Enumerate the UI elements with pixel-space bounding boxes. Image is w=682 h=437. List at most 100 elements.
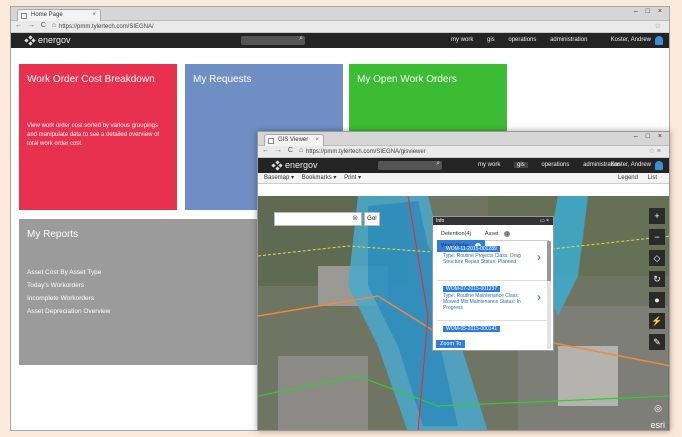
menu-my-work[interactable]: my work bbox=[451, 37, 473, 43]
work-order-card[interactable]: WOM-05-2015-000141 bbox=[437, 323, 549, 337]
panel-scrollbar[interactable] bbox=[547, 241, 551, 349]
logo-mark-icon bbox=[271, 159, 283, 171]
menu-administration[interactable]: administration bbox=[550, 37, 587, 43]
tab-title: GIS Viewer bbox=[278, 137, 309, 143]
menu-gis[interactable]: gis bbox=[487, 37, 495, 43]
clear-icon[interactable]: ⊗ bbox=[352, 214, 358, 222]
global-search-input[interactable]: ⌕ bbox=[378, 160, 442, 170]
energov-logo[interactable]: energov bbox=[271, 159, 318, 171]
tile-title: My Requests bbox=[193, 74, 252, 85]
info-panel: Info ▭ × Detention(4) Asset 1 Work Order… bbox=[432, 216, 554, 351]
window-controls[interactable]: – □ × bbox=[634, 133, 665, 140]
main-menu: my work gis operations administration bbox=[478, 158, 632, 173]
work-order-card[interactable]: WOM-07-2015-001237 Type: Routine Mainten… bbox=[437, 283, 549, 321]
lightning-icon[interactable]: ⚡ bbox=[649, 313, 665, 329]
zoom-to-button[interactable]: Zoom To bbox=[436, 340, 466, 348]
tile-title: My Open Work Orders bbox=[357, 74, 457, 85]
global-search-input[interactable]: ⌕ bbox=[241, 35, 305, 45]
star-menu-icon[interactable]: ☆ ≡ bbox=[649, 147, 661, 155]
map-tools: + − ◇ ↻ ● ⚡ ✎ bbox=[649, 208, 665, 355]
tile-title: Work Order Cost Breakdown bbox=[27, 74, 155, 85]
page-icon bbox=[268, 138, 274, 144]
esri-logo: esri bbox=[650, 420, 665, 430]
user-icon[interactable] bbox=[655, 161, 663, 170]
legend-button[interactable]: Legend bbox=[618, 175, 638, 181]
info-panel-title: Info bbox=[436, 218, 445, 224]
locate-icon[interactable]: ● bbox=[649, 292, 665, 308]
energov-logo[interactable]: energov bbox=[24, 34, 71, 46]
url-field[interactable]: https://pmm.tylertech.com/SIEGNA/ bbox=[59, 23, 199, 31]
work-order-id: WOM-07-2015-001237 bbox=[443, 286, 501, 292]
tab-label: Detention(4) bbox=[441, 231, 472, 237]
panel-controls[interactable]: ▭ × bbox=[540, 217, 549, 225]
page-icon bbox=[21, 13, 27, 19]
user-icon[interactable] bbox=[655, 36, 663, 45]
zoom-out-icon[interactable]: − bbox=[649, 229, 665, 245]
tile-title: My Reports bbox=[27, 229, 79, 240]
close-tab-icon[interactable]: × bbox=[92, 10, 96, 21]
tab-gis-viewer[interactable]: GIS Viewer × bbox=[264, 134, 324, 146]
list-button[interactable]: List bbox=[648, 175, 657, 181]
map-toolbar: Basemap ▾ Bookmarks ▾ Print ▾ Legend Lis… bbox=[258, 173, 669, 184]
user-name[interactable]: Koster, Andrew bbox=[611, 33, 651, 48]
logo-mark-icon bbox=[24, 34, 36, 46]
menu-operations[interactable]: operations bbox=[541, 162, 569, 168]
compass-icon[interactable]: ◎ bbox=[654, 403, 662, 414]
bookmarks-dropdown[interactable]: Bookmarks ▾ bbox=[302, 175, 337, 181]
menu-operations[interactable]: operations bbox=[508, 37, 536, 43]
refresh-icon[interactable]: ↻ bbox=[649, 271, 665, 287]
work-order-card[interactable]: WOM-11-2015-001289 Type: Routine Project… bbox=[437, 243, 549, 281]
report-link[interactable]: Asset Depreciation Overview bbox=[27, 305, 265, 318]
logo-text: energov bbox=[38, 35, 71, 45]
info-tabs: Detention(4) Asset 1 Work Order 3 bbox=[437, 228, 549, 252]
chevron-right-icon[interactable]: › bbox=[537, 251, 541, 263]
tile-work-order-cost[interactable]: Work Order Cost Breakdown View work orde… bbox=[19, 64, 177, 210]
tab-detention[interactable]: Detention(4) bbox=[437, 228, 477, 240]
search-icon[interactable]: ⌕ bbox=[299, 35, 303, 43]
work-order-details: Type: Routine Projects Class: Drag Struc… bbox=[443, 253, 521, 265]
map-search-input[interactable]: ⊗ bbox=[274, 212, 362, 226]
tab-label: Asset bbox=[484, 231, 499, 237]
url-field[interactable]: https://pmm.tylertech.com/SIEGNA/gisview… bbox=[306, 148, 506, 156]
tab-strip: GIS Viewer × – □ × bbox=[258, 132, 669, 146]
logo-text: energov bbox=[285, 160, 318, 170]
gis-viewer-window: GIS Viewer × – □ × ← → C ⌂ https://pmm.t… bbox=[257, 131, 670, 431]
menu-gis[interactable]: gis bbox=[514, 162, 528, 168]
report-link[interactable]: Asset Cost By Asset Type bbox=[27, 266, 265, 279]
work-order-details: Type: Routine Maintenance Class: Mowed M… bbox=[443, 293, 521, 311]
polygon-icon[interactable]: ◇ bbox=[649, 250, 665, 266]
tile-description: View work order cost sorted by various g… bbox=[27, 123, 160, 147]
window-controls[interactable]: – □ × bbox=[634, 8, 665, 15]
reports-list: Asset Cost By Asset Type Today's Workord… bbox=[19, 266, 265, 318]
nav-buttons[interactable]: ← → C ⌂ bbox=[262, 147, 305, 154]
tab-asset[interactable]: Asset 1 bbox=[481, 228, 514, 240]
nav-buttons[interactable]: ← → C ⌂ bbox=[15, 22, 58, 29]
address-bar: ← → C ⌂ https://pmm.tylertech.com/SIEGNA… bbox=[258, 146, 669, 158]
go-button[interactable]: Go! bbox=[364, 212, 380, 226]
app-header: energov ⌕ my work gis operations adminis… bbox=[258, 158, 669, 173]
chevron-right-icon[interactable]: › bbox=[537, 291, 541, 303]
edit-icon[interactable]: ✎ bbox=[649, 334, 665, 350]
info-panel-header: Info ▭ × bbox=[433, 217, 553, 225]
scroll-thumb[interactable] bbox=[547, 241, 551, 281]
star-icon[interactable]: ☆ bbox=[655, 22, 661, 30]
close-tab-icon[interactable]: × bbox=[315, 135, 319, 146]
zoom-in-icon[interactable]: + bbox=[649, 208, 665, 224]
tab-home-page[interactable]: Home Page × bbox=[17, 9, 101, 21]
basemap-dropdown[interactable]: Basemap ▾ bbox=[264, 175, 294, 181]
tab-strip: Home Page × – □ × bbox=[11, 7, 669, 21]
address-bar: ← → C ⌂ https://pmm.tylertech.com/SIEGNA… bbox=[11, 21, 669, 33]
main-menu: my work gis operations administration bbox=[451, 33, 599, 48]
tab-title: Home Page bbox=[31, 12, 63, 18]
work-order-id: WOM-05-2015-000141 bbox=[443, 326, 501, 332]
app-header: energov ⌕ my work gis operations adminis… bbox=[11, 33, 669, 48]
print-dropdown[interactable]: Print ▾ bbox=[344, 175, 361, 181]
report-link[interactable]: Incomplete Workorders bbox=[27, 292, 265, 305]
menu-my-work[interactable]: my work bbox=[478, 162, 500, 168]
search-icon[interactable]: ⌕ bbox=[436, 160, 440, 168]
user-name[interactable]: Koster, Andrew bbox=[611, 158, 651, 173]
report-link[interactable]: Today's Workorders bbox=[27, 279, 265, 292]
tile-my-reports: My Reports Asset Cost By Asset Type Toda… bbox=[19, 219, 265, 365]
count-badge: 1 bbox=[504, 231, 511, 237]
work-order-id: WOM-11-2015-001289 bbox=[443, 246, 500, 252]
